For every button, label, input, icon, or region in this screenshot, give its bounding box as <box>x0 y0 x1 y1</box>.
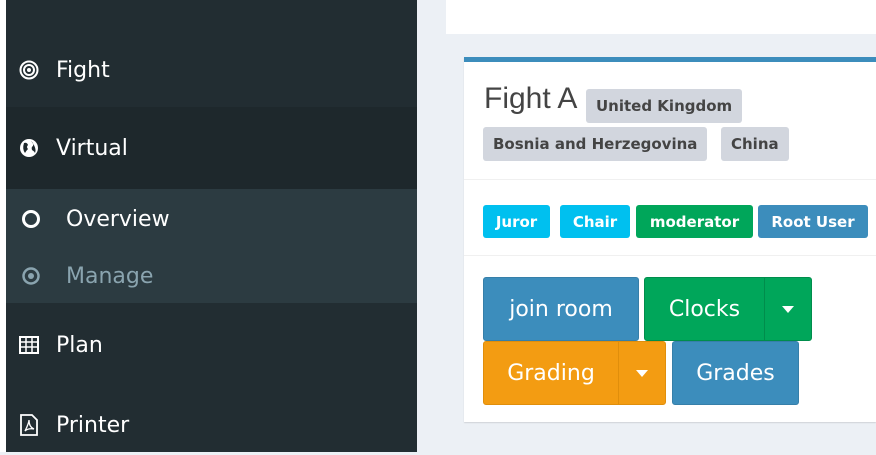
sidebar-item-label: Plan <box>56 332 103 358</box>
dot-circle-icon <box>18 263 44 289</box>
clocks-button[interactable]: Clocks <box>644 277 765 341</box>
sidebar: Fight Virtual Overview Manage Plan Print… <box>0 0 417 452</box>
country-badge: United Kingdom <box>586 89 743 123</box>
country-badge: Bosnia and Herzegovina <box>483 127 708 161</box>
role-badge-moderator: moderator <box>636 205 753 238</box>
grading-dropdown-toggle[interactable] <box>618 341 666 405</box>
divider <box>464 255 876 256</box>
sidebar-item-virtual[interactable]: Virtual <box>6 107 417 189</box>
table-icon <box>16 332 42 358</box>
target-icon <box>16 57 42 83</box>
country-badge: China <box>721 127 789 161</box>
role-badge-juror: Juror <box>483 205 550 238</box>
clocks-dropdown-toggle[interactable] <box>764 277 812 341</box>
sidebar-subitem-label: Manage <box>66 263 154 289</box>
circle-outline-icon <box>18 206 44 232</box>
sidebar-subitem-label: Overview <box>66 206 170 232</box>
join-room-button[interactable]: join room <box>483 277 639 341</box>
fight-title: Fight A <box>484 82 578 115</box>
sidebar-subitem-manage[interactable]: Manage <box>6 256 417 296</box>
sidebar-item-plan[interactable]: Plan <box>6 315 417 375</box>
sidebar-item-printer[interactable]: Printer <box>6 395 417 455</box>
fight-box: Fight A United Kingdom Bosnia and Herzeg… <box>464 57 876 422</box>
content-header <box>446 0 876 34</box>
pdf-file-icon <box>16 412 42 438</box>
divider <box>464 179 876 180</box>
caret-down-icon <box>782 305 794 313</box>
caret-down-icon <box>636 369 648 377</box>
globe-icon <box>16 135 42 161</box>
sidebar-item-fight[interactable]: Fight <box>6 40 417 100</box>
grades-button[interactable]: Grades <box>672 341 799 405</box>
sidebar-item-label: Virtual <box>56 135 128 161</box>
sidebar-item-label: Printer <box>56 412 130 438</box>
sidebar-subitem-overview[interactable]: Overview <box>6 199 417 239</box>
grading-button[interactable]: Grading <box>483 341 619 405</box>
sidebar-item-label: Fight <box>56 57 110 83</box>
role-badge-chair: Chair <box>560 205 630 238</box>
role-badge-root-user: Root User <box>758 205 868 238</box>
virtual-submenu: Overview Manage <box>6 189 417 303</box>
